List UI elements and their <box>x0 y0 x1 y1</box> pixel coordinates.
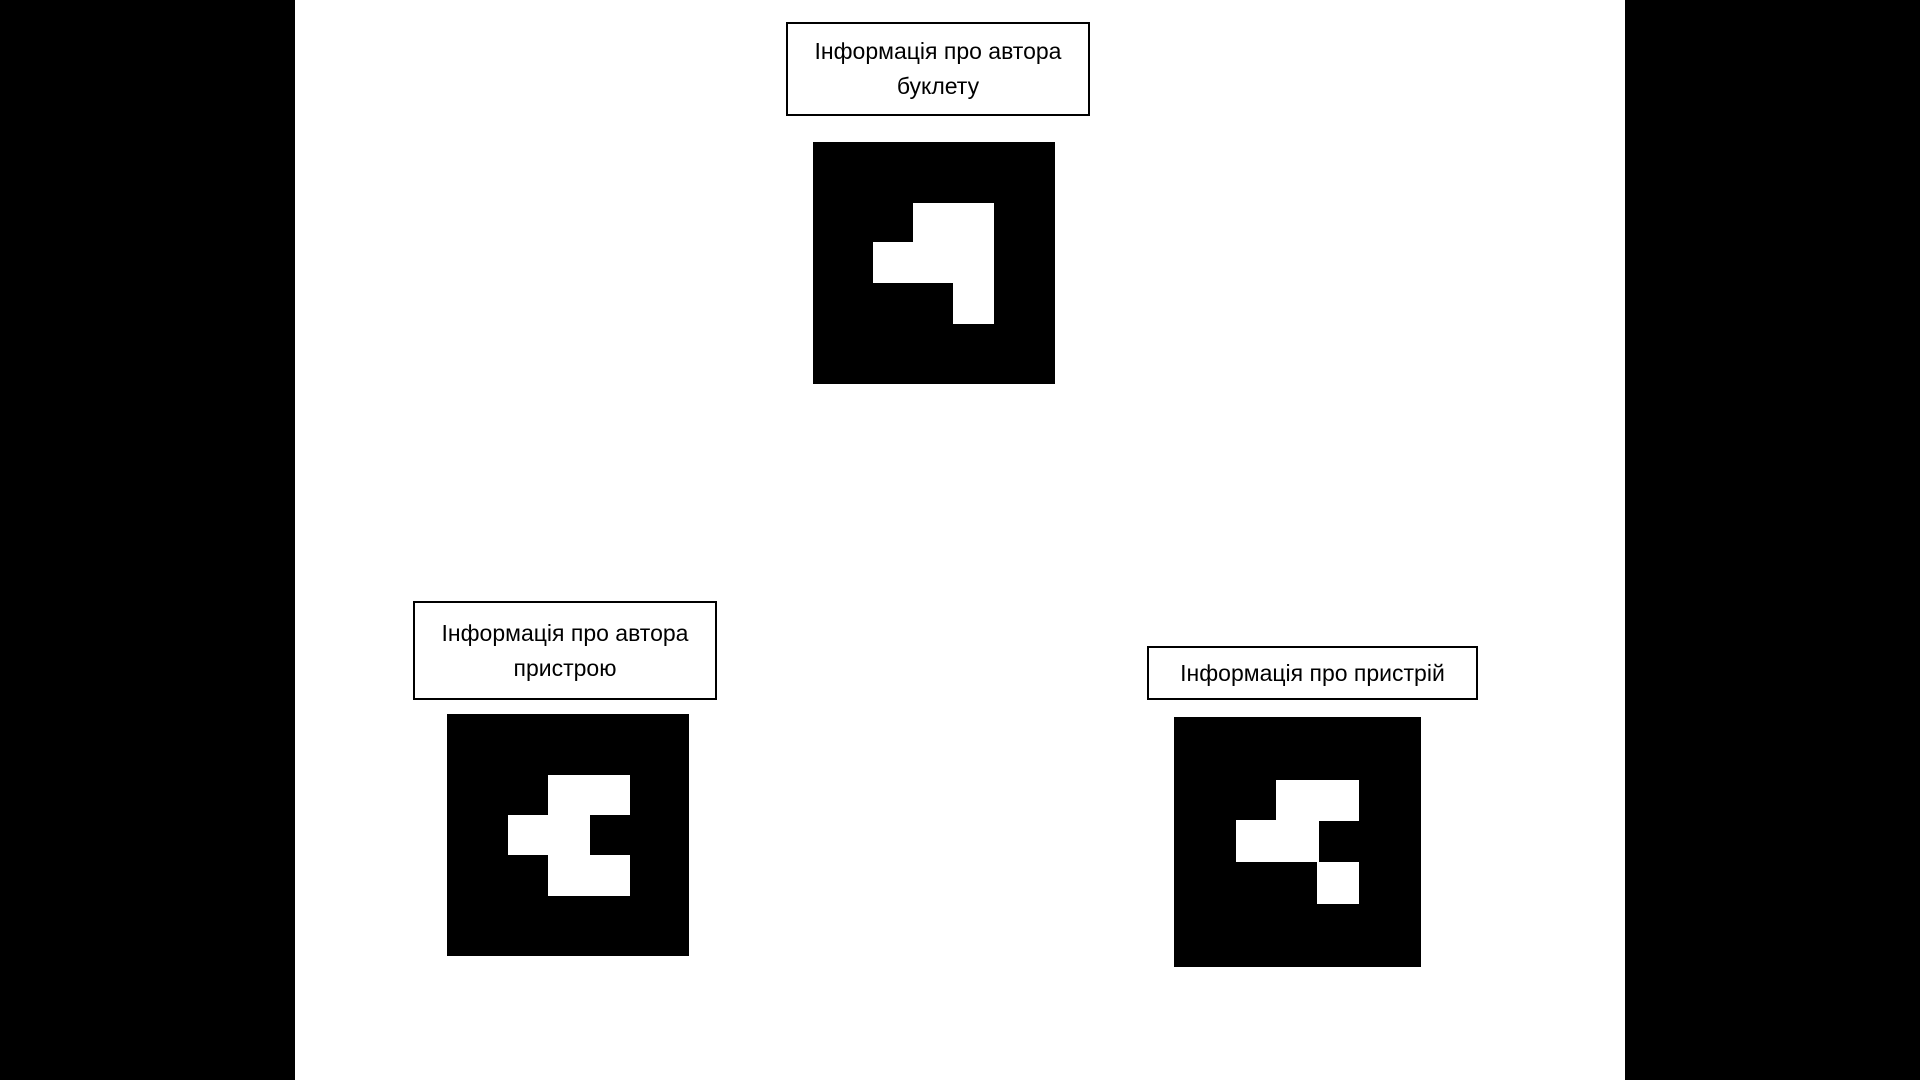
marker-cell <box>548 775 630 815</box>
label-device-text: Інформація про пристрій <box>1180 656 1445 691</box>
label-device-author-line2: пристрою <box>513 654 617 681</box>
label-booklet-author-line2: буклету <box>896 73 980 99</box>
slide-page: Інформація про автора буклету Інформація… <box>295 0 1625 1080</box>
screen: Інформація про автора буклету Інформація… <box>0 0 1920 1080</box>
marker-cell <box>913 203 994 244</box>
label-booklet-author-line1: Інформація про автора <box>814 38 1062 64</box>
marker-cell <box>548 855 630 896</box>
label-device-author-text: Інформація про автора пристрою <box>442 616 689 686</box>
label-device-line1: Інформація про пристрій <box>1180 659 1445 686</box>
marker-cell <box>1276 780 1359 821</box>
label-device-author: Інформація про автора пристрою <box>413 601 717 700</box>
marker-device-author <box>447 714 689 956</box>
label-booklet-author: Інформація про автора буклету <box>786 22 1090 116</box>
marker-cell <box>508 815 590 855</box>
label-device-author-line1: Інформація про автора <box>441 619 689 646</box>
marker-booklet-author <box>813 142 1055 384</box>
marker-cell <box>953 242 994 324</box>
label-device: Інформація про пристрій <box>1147 646 1478 700</box>
marker-cell <box>1317 862 1359 904</box>
marker-cell <box>1236 820 1319 862</box>
marker-device <box>1174 717 1421 967</box>
label-booklet-author-text: Інформація про автора буклету <box>815 34 1062 104</box>
